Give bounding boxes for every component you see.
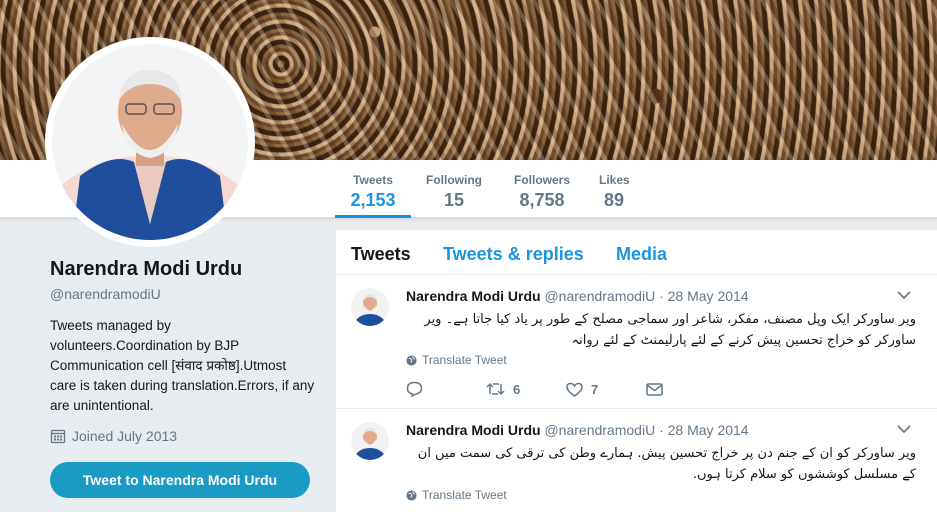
- stat-tweets-value: 2,153: [350, 190, 396, 210]
- reply-action[interactable]: [406, 381, 486, 397]
- tweet-avatar-image: [351, 422, 389, 460]
- tweet-separator: ·: [659, 422, 664, 438]
- like-action[interactable]: 7: [566, 382, 646, 397]
- tweet-avatar[interactable]: [351, 288, 389, 326]
- like-count: 7: [591, 381, 599, 397]
- tweet-text: ویر ساورکر کو ان کے جنم دن پر خراج تحسین…: [417, 446, 916, 482]
- globe-icon: [406, 354, 417, 366]
- profile-avatar[interactable]: [45, 37, 255, 247]
- stat-tweets-label: Tweets: [353, 173, 393, 187]
- chevron-down-icon[interactable]: [897, 424, 911, 434]
- joined-text: Joined July 2013: [72, 428, 178, 444]
- tweet-to-button[interactable]: Tweet to Narendra Modi Urdu: [50, 462, 310, 498]
- reply-icon: [406, 381, 423, 397]
- tweet-author-name[interactable]: Narendra Modi Urdu: [406, 288, 541, 304]
- chevron-down-icon[interactable]: [897, 290, 911, 300]
- translate-tweet[interactable]: Translate Tweet: [406, 353, 507, 367]
- stat-followers[interactable]: Followers 8,758: [500, 160, 584, 218]
- retweet-icon: [486, 382, 505, 396]
- stat-following-value: 15: [443, 190, 465, 210]
- stat-likes-label: Likes: [599, 173, 630, 187]
- tweet-item[interactable]: Narendra Modi Urdu @narendramodiU · 28 M…: [336, 410, 937, 512]
- stat-followers-value: 8,758: [519, 190, 565, 210]
- tab-tweets-replies[interactable]: Tweets & replies: [443, 244, 584, 265]
- tweet-avatar-image: [351, 288, 389, 326]
- profile-bio: Tweets managed by volunteers.Coordinatio…: [50, 318, 315, 413]
- translate-label: Translate Tweet: [422, 488, 507, 502]
- avatar-photo: [52, 44, 248, 240]
- timeline-tabs: Tweets Tweets & replies Media: [336, 230, 937, 275]
- translate-label: Translate Tweet: [422, 353, 507, 367]
- message-action[interactable]: [646, 382, 663, 396]
- stat-likes[interactable]: Likes 89: [585, 160, 643, 218]
- envelope-icon: [646, 382, 663, 396]
- tweet-header: Narendra Modi Urdu @narendramodiU · 28 M…: [406, 288, 749, 304]
- calendar-icon: [50, 429, 66, 444]
- tweet-author-handle[interactable]: @narendramodiU: [544, 422, 655, 438]
- profile-name[interactable]: Narendra Modi Urdu: [50, 258, 315, 281]
- profile-handle[interactable]: @narendramodiU: [50, 286, 315, 302]
- translate-tweet[interactable]: Translate Tweet: [406, 488, 507, 502]
- tweet-separator: ·: [659, 288, 664, 304]
- tweet-author-name[interactable]: Narendra Modi Urdu: [406, 422, 541, 438]
- stat-tweets[interactable]: Tweets 2,153: [335, 160, 411, 218]
- timeline: Tweets Tweets & replies Media Narendra M…: [336, 230, 937, 512]
- profile-info: Narendra Modi Urdu @narendramodiU Tweets…: [50, 258, 315, 444]
- tab-media[interactable]: Media: [616, 244, 667, 265]
- tweet-author-handle[interactable]: @narendramodiU: [544, 288, 655, 304]
- globe-icon: [406, 489, 417, 501]
- stat-likes-value: 89: [603, 190, 625, 210]
- profile-joined: Joined July 2013: [50, 428, 315, 444]
- tweet-date[interactable]: 28 May 2014: [668, 422, 749, 438]
- stat-followers-label: Followers: [514, 173, 571, 187]
- stat-following[interactable]: Following 15: [412, 160, 496, 218]
- tweet-header: Narendra Modi Urdu @narendramodiU · 28 M…: [406, 422, 749, 438]
- retweet-action[interactable]: 6: [486, 382, 566, 397]
- tweet-date[interactable]: 28 May 2014: [668, 288, 749, 304]
- tweet-text: ویر ساورکر ایک وپل مصنف، مفکر، شاعر اور …: [424, 312, 916, 348]
- tweet-actions: 6 7: [406, 381, 663, 397]
- tab-tweets[interactable]: Tweets: [351, 244, 411, 265]
- retweet-count: 6: [513, 381, 521, 397]
- tweet-avatar[interactable]: [351, 422, 389, 460]
- heart-icon: [566, 382, 583, 397]
- stat-following-label: Following: [426, 173, 482, 187]
- tweet-item[interactable]: Narendra Modi Urdu @narendramodiU · 28 M…: [336, 276, 937, 409]
